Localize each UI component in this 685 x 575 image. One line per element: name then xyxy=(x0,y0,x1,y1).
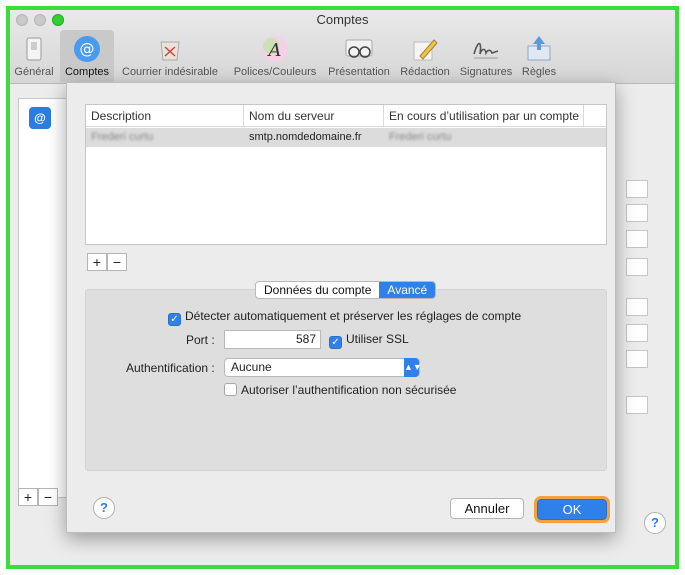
at-sign-icon: @ xyxy=(74,36,100,62)
preferences-window: Comptes Général @ Comptes Courrier indés… xyxy=(6,6,679,569)
toolbar-item-presentation[interactable]: Présentation xyxy=(324,30,394,82)
use-ssl-checkbox[interactable]: ✓ xyxy=(329,336,342,349)
ssl-row[interactable]: ✓ Utiliser SSL xyxy=(329,332,409,349)
toolbar-item-label: Présentation xyxy=(328,66,390,78)
account-at-icon: @ xyxy=(29,107,51,129)
allow-insecure-auth-checkbox[interactable] xyxy=(224,383,237,396)
cell-description: Frederi curtu xyxy=(91,131,154,143)
help-button[interactable]: ? xyxy=(93,497,115,519)
add-account-button[interactable]: + xyxy=(18,488,38,506)
toolbar-item-label: Rédaction xyxy=(400,66,450,78)
column-header-server-name[interactable]: Nom du serveur xyxy=(244,105,384,127)
glasses-icon xyxy=(345,39,373,58)
allow-insecure-auth-label: Autoriser l’authentification non sécuris… xyxy=(241,383,457,397)
toolbar-item-rules[interactable]: Règles xyxy=(518,30,560,82)
toolbar-item-composing[interactable]: Rédaction xyxy=(396,30,454,82)
toolbar-item-label: Polices/Couleurs xyxy=(233,66,317,78)
toolbar-item-label: Signatures xyxy=(459,66,513,78)
toolbar-item-label: Règles xyxy=(521,66,557,78)
background-field[interactable] xyxy=(626,350,648,368)
account-tabs: Données du compte Avancé xyxy=(255,281,437,299)
svg-text:@: @ xyxy=(80,40,95,58)
general-switch-icon xyxy=(26,37,42,61)
toolbar-item-fonts-colors[interactable]: A Polices/Couleurs xyxy=(228,30,322,82)
authentication-selected-value: Aucune xyxy=(231,360,272,374)
smtp-server-table: Description Nom du serveur En cours d’ut… xyxy=(85,104,607,245)
table-header: Description Nom du serveur En cours d’ut… xyxy=(86,105,606,127)
background-field[interactable] xyxy=(626,298,648,316)
remove-server-button[interactable]: − xyxy=(107,253,127,271)
authentication-select[interactable]: Aucune ▲▼ xyxy=(224,358,422,377)
use-ssl-label: Utiliser SSL xyxy=(346,332,409,346)
tab-account-data[interactable]: Données du compte xyxy=(256,282,379,298)
svg-text:A: A xyxy=(267,40,282,61)
table-row[interactable]: Frederi curtu smtp.nomdedomaine.fr Frede… xyxy=(86,128,606,147)
background-help-button[interactable]: ? xyxy=(644,512,666,534)
cancel-button[interactable]: Annuler xyxy=(450,498,524,519)
window-title: Comptes xyxy=(316,12,369,27)
background-field[interactable] xyxy=(626,230,648,248)
toolbar-item-label: Courrier indésirable xyxy=(122,66,218,78)
junk-mail-icon xyxy=(160,41,180,61)
chevron-updown-icon: ▲▼ xyxy=(404,358,422,377)
toolbar-item-label: Général xyxy=(14,66,54,78)
auto-detect-checkbox[interactable]: ✓ xyxy=(168,313,181,326)
column-header-in-use-by[interactable]: En cours d’utilisation par un compte xyxy=(384,105,584,127)
pencil-icon xyxy=(413,39,438,61)
background-popup[interactable] xyxy=(626,396,648,414)
background-field[interactable] xyxy=(626,180,648,198)
cell-in-use-by: Frederi curtu xyxy=(389,131,452,143)
auto-detect-label: Détecter automatiquement et préserver le… xyxy=(185,309,522,323)
server-add-remove: + − xyxy=(87,253,127,271)
ok-button[interactable]: OK xyxy=(534,496,610,523)
advanced-settings-panel: ✓ Détecter automatiquement et préserver l… xyxy=(85,289,607,471)
background-field[interactable] xyxy=(626,324,648,342)
add-server-button[interactable]: + xyxy=(87,253,107,271)
remove-account-button[interactable]: − xyxy=(38,488,58,506)
toolbar-item-accounts[interactable]: @ Comptes xyxy=(60,30,114,82)
toolbar-item-label: Comptes xyxy=(64,66,110,78)
background-field[interactable] xyxy=(626,258,648,276)
insecure-auth-row[interactable]: Autoriser l’authentification non sécuris… xyxy=(224,383,456,397)
smtp-server-sheet: Description Nom du serveur En cours d’ut… xyxy=(66,82,616,533)
toolbar-item-signatures[interactable]: Signatures xyxy=(456,30,516,82)
font-colors-icon: A xyxy=(262,36,288,62)
tab-advanced[interactable]: Avancé xyxy=(379,282,436,298)
toolbar-item-general[interactable]: Général xyxy=(12,30,56,82)
column-header-description[interactable]: Description xyxy=(86,105,244,127)
background-popup[interactable] xyxy=(626,204,648,222)
authentication-label: Authentification : xyxy=(126,361,215,375)
rules-envelope-icon xyxy=(527,36,551,61)
port-label: Port : xyxy=(186,333,215,347)
signature-icon xyxy=(473,42,499,59)
port-input[interactable]: 587 xyxy=(224,330,321,349)
toolbar: Comptes Général @ Comptes Courrier indés… xyxy=(10,10,675,84)
cell-server-name: smtp.nomdedomaine.fr xyxy=(249,131,362,143)
toolbar-item-junk-mail[interactable]: Courrier indésirable xyxy=(116,30,224,82)
auto-detect-row[interactable]: ✓ Détecter automatiquement et préserver l… xyxy=(168,309,521,326)
